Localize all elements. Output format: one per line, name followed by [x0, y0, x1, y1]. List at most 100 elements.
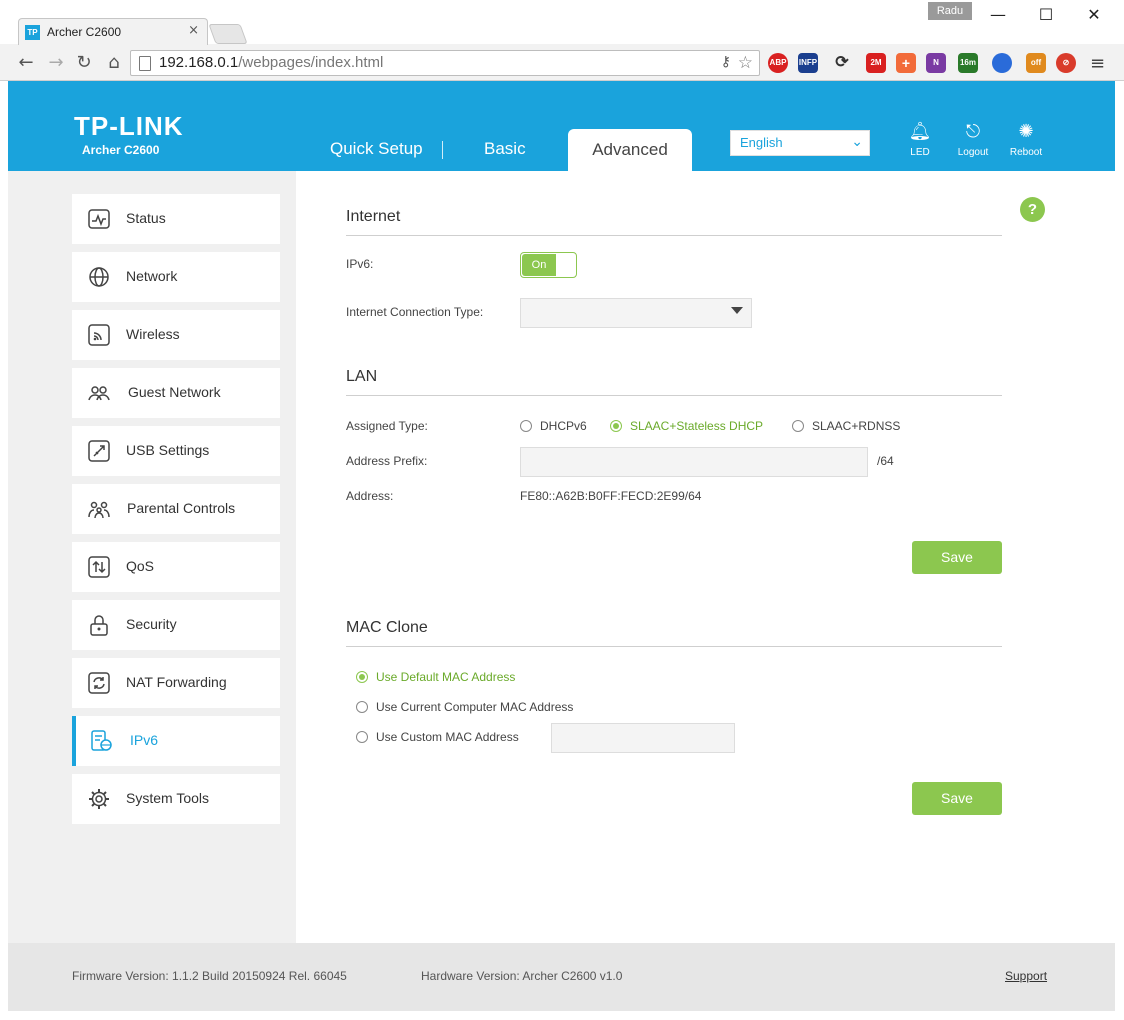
brand-logo: TP-LINK	[74, 111, 184, 141]
connection-type-label: Internet Connection Type:	[346, 305, 484, 319]
sidebar-item-label: USB Settings	[126, 442, 210, 458]
radio-mac-current[interactable]	[356, 701, 368, 713]
radio-mac-default[interactable]	[356, 671, 368, 683]
section-title-lan: LAN	[346, 368, 378, 385]
footer: Firmware Version: 1.1.2 Build 20150924 R…	[8, 943, 1115, 1011]
timer-extension-icon[interactable]: 16m	[958, 53, 978, 73]
mac-save-button[interactable]: Save	[912, 782, 1002, 815]
nav-separator	[442, 141, 443, 159]
logout-button[interactable]: ⎋ Logout	[948, 121, 998, 158]
language-select[interactable]: English ⌄	[730, 130, 870, 156]
radio-dhcpv6[interactable]	[520, 420, 532, 432]
prefix-suffix: /64	[877, 454, 894, 468]
dropdown-arrow-icon	[731, 307, 743, 314]
lan-save-button[interactable]: Save	[912, 541, 1002, 574]
nav-basic[interactable]: Basic	[484, 139, 526, 159]
ipv6-icon	[91, 730, 112, 751]
sidebar-item-ipv6[interactable]: IPv6	[72, 716, 280, 766]
home-icon[interactable]: ⌂	[102, 51, 126, 75]
close-window-icon[interactable]: ✕	[1072, 4, 1116, 26]
browser-tab[interactable]: TP Archer C2600 ×	[18, 18, 208, 45]
onenote-extension-icon[interactable]: N	[926, 53, 946, 73]
maximize-icon[interactable]: ☐	[1024, 4, 1068, 26]
led-button[interactable]: 🔔︎ LED	[895, 121, 945, 158]
sidebar-item-network[interactable]: Network	[72, 252, 280, 302]
profile-badge[interactable]: Radu	[928, 2, 972, 20]
forward-icon[interactable]: →	[44, 51, 68, 75]
nav-quick-setup[interactable]: Quick Setup	[330, 139, 423, 159]
address-prefix-input[interactable]	[520, 447, 868, 477]
plus-extension-icon[interactable]: +	[896, 53, 916, 73]
adblock-extension-icon[interactable]: ABP	[768, 53, 788, 73]
speed-extension-icon[interactable]: 2M	[866, 53, 886, 73]
divider	[346, 646, 1002, 647]
assigned-type-label: Assigned Type:	[346, 419, 428, 433]
usb-icon	[88, 440, 110, 462]
sidebar-item-label: Security	[126, 616, 177, 632]
sidebar-item-label: Guest Network	[128, 384, 221, 400]
minimize-icon[interactable]: —	[976, 4, 1020, 26]
connection-type-select[interactable]	[520, 298, 752, 328]
hardware-version: Hardware Version: Archer C2600 v1.0	[421, 969, 623, 983]
back-icon[interactable]: ←	[14, 51, 38, 75]
address-bar[interactable]: 192.168.0.1/webpages/index.html ⚷ ☆	[130, 50, 760, 76]
sidebar-item-security[interactable]: Security	[72, 600, 280, 650]
new-tab-button[interactable]	[208, 24, 248, 44]
tab-title: Archer C2600	[47, 25, 122, 39]
guest-users-icon	[88, 386, 110, 401]
logout-icon: ⎋	[965, 121, 981, 142]
ipv6-label: IPv6:	[346, 257, 374, 271]
star-icon[interactable]: ☆	[738, 53, 753, 73]
sidebar-item-nat-forwarding[interactable]: NAT Forwarding	[72, 658, 280, 708]
sidebar-item-status[interactable]: Status	[72, 194, 280, 244]
radio-mac-custom[interactable]	[356, 731, 368, 743]
sidebar-item-label: Status	[126, 210, 166, 226]
reboot-button[interactable]: ✺ Reboot	[1001, 121, 1051, 158]
qos-arrows-icon	[88, 556, 110, 578]
menu-icon[interactable]: ≡	[1090, 53, 1105, 74]
sidebar-item-usb-settings[interactable]: USB Settings	[72, 426, 280, 476]
key-icon[interactable]: ⚷	[721, 54, 731, 70]
sidebar-item-guest-network[interactable]: Guest Network	[72, 368, 280, 418]
custom-mac-input[interactable]	[551, 723, 735, 753]
sidebar: Status Network Wireless Guest Network US…	[8, 171, 296, 943]
pie-extension-icon[interactable]	[992, 53, 1012, 73]
sidebar-item-parental-controls[interactable]: Parental Controls	[72, 484, 280, 534]
radio-slaac-stateless[interactable]	[610, 420, 622, 432]
divider	[346, 395, 1002, 396]
sidebar-item-label: IPv6	[130, 732, 159, 748]
gear-icon	[89, 789, 109, 809]
ipv6-toggle[interactable]: On	[520, 252, 577, 278]
ghost-extension-icon[interactable]: off	[1026, 53, 1046, 73]
sidebar-item-qos[interactable]: QoS	[72, 542, 280, 592]
lock-icon	[90, 615, 108, 636]
model-name: Archer C2600	[82, 143, 160, 157]
pulse-icon	[88, 209, 110, 229]
reload-icon[interactable]: ↻	[72, 51, 96, 75]
sidebar-item-label: QoS	[126, 558, 155, 574]
page-icon	[139, 56, 151, 71]
globe-icon	[89, 267, 109, 287]
support-link[interactable]: Support	[1005, 969, 1047, 983]
wireless-icon	[88, 324, 110, 346]
stop-extension-icon[interactable]: ⊘	[1056, 53, 1076, 73]
family-icon	[88, 501, 110, 519]
nav-advanced[interactable]: Advanced	[568, 129, 692, 171]
sidebar-item-label: Network	[126, 268, 178, 284]
url-text[interactable]: 192.168.0.1/webpages/index.html	[159, 54, 383, 71]
close-tab-icon[interactable]: ×	[188, 23, 199, 38]
browser-toolbar: ← → ↻ ⌂ 192.168.0.1/webpages/index.html …	[0, 45, 1124, 81]
help-icon[interactable]: ?	[1020, 197, 1045, 222]
sync-extension-icon[interactable]: ⟳	[832, 53, 852, 73]
infp-extension-icon[interactable]: INFP	[798, 53, 818, 73]
radio-slaac-rdnss[interactable]	[792, 420, 804, 432]
divider	[346, 235, 1002, 236]
section-title-mac-clone: MAC Clone	[346, 619, 428, 636]
favicon-icon: TP	[25, 25, 40, 40]
sidebar-item-label: Wireless	[126, 326, 180, 342]
router-header: TP-LINK Archer C2600 Quick Setup Basic A…	[8, 81, 1115, 171]
sidebar-item-wireless[interactable]: Wireless	[72, 310, 280, 360]
main-content: ? Internet IPv6: On Internet Connection …	[296, 171, 1115, 943]
sidebar-item-system-tools[interactable]: System Tools	[72, 774, 280, 824]
refresh-icon	[88, 672, 110, 694]
